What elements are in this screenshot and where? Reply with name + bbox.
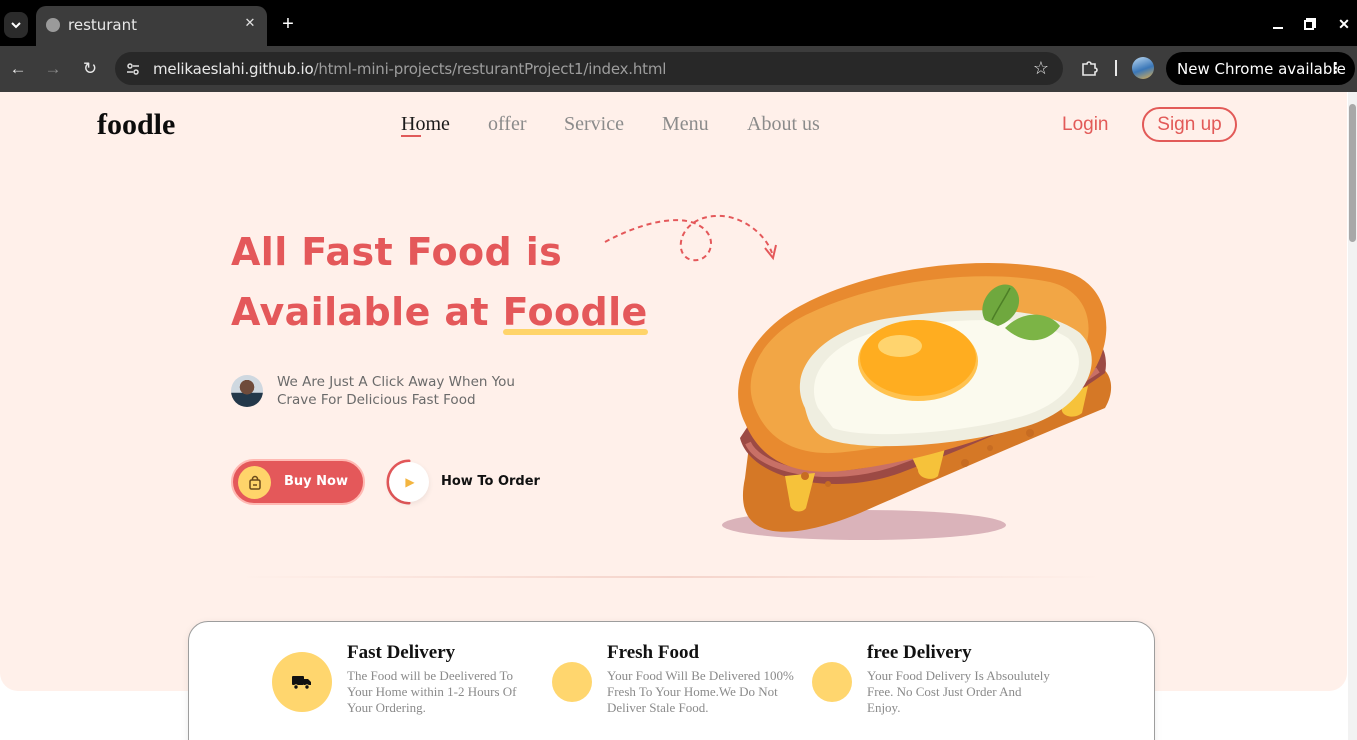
new-tab-plus-icon[interactable]: + xyxy=(276,12,300,36)
back-arrow-icon[interactable]: ← xyxy=(7,58,29,80)
tab-search-chevron-icon[interactable] xyxy=(4,12,28,38)
nav-active-underline xyxy=(401,135,421,137)
sandwich-illustration xyxy=(604,214,1112,540)
url-text[interactable]: melikaeslahi.github.io/html-mini-project… xyxy=(153,60,666,78)
nav-service[interactable]: Service xyxy=(564,113,624,136)
feature-description: Your Food Delivery Is Absoulutely Free. … xyxy=(867,668,1077,716)
feature-desc-line: The Food will be Deelivered To xyxy=(347,668,514,683)
feature-desc-line: Your Food Will Be Delivered 100% xyxy=(607,668,794,683)
feature-description: Your Food Will Be Delivered 100% Fresh T… xyxy=(607,668,817,716)
url-host: melikaeslahi.github.io xyxy=(153,60,314,78)
feature-desc-line: Fresh To Your Home.We Do Not xyxy=(607,684,778,699)
site-info-tune-icon[interactable] xyxy=(124,60,142,78)
nav-menu[interactable]: Menu xyxy=(662,113,709,136)
globe-icon xyxy=(46,18,60,32)
feature-desc-line: Free. No Cost Just Order And xyxy=(867,684,1022,699)
page-viewport: foodle Home offer Service Menu About us … xyxy=(0,92,1357,740)
tab-close-icon[interactable]: ✕ xyxy=(241,14,259,32)
feature-title: Fast Delivery xyxy=(347,642,456,663)
buy-now-label: Buy Now xyxy=(284,474,348,489)
feature-description: The Food will be Deelivered To Your Home… xyxy=(347,668,547,716)
window-restore-icon[interactable] xyxy=(1300,14,1320,34)
hero-title-line2: Available at Foodle xyxy=(231,282,648,342)
signup-button[interactable]: Sign up xyxy=(1142,107,1237,142)
feature-desc-line: Your Food Delivery Is Absoulutely xyxy=(867,668,1050,683)
nav-offer[interactable]: offer xyxy=(488,113,527,136)
update-label: New Chrome available xyxy=(1177,59,1346,78)
url-path: /html-mini-projects/resturantProject1/in… xyxy=(313,60,667,78)
nav-home[interactable]: Home xyxy=(401,113,450,136)
tagline-line2: Crave For Delicious Fast Food xyxy=(277,392,476,408)
hero-title: All Fast Food is Available at Foodle xyxy=(231,222,648,342)
features-card: Fast Delivery The Food will be Deelivere… xyxy=(188,621,1155,740)
feature-desc-line: Your Home within 1-2 Hours Of xyxy=(347,684,517,699)
scrollbar-thumb[interactable] xyxy=(1349,104,1356,242)
feature-desc-line: Your Ordering. xyxy=(347,700,426,715)
browser-address-bar: ← → ↻ melikaeslahi.github.io/html-mini-p… xyxy=(0,46,1357,92)
leaf-icon xyxy=(552,662,592,702)
extensions-puzzle-icon[interactable] xyxy=(1078,57,1100,79)
nav-about-us[interactable]: About us xyxy=(747,113,820,136)
feature-title: Fresh Food xyxy=(607,642,700,663)
chrome-update-button[interactable]: New Chrome available ⋮ xyxy=(1166,52,1355,85)
url-omnibox[interactable]: melikaeslahi.github.io/html-mini-project… xyxy=(115,52,1063,85)
feature-desc-line: Enjoy. xyxy=(867,700,901,715)
truck-icon xyxy=(272,652,332,712)
how-to-order-play-button[interactable]: ▶ xyxy=(386,459,432,505)
login-link[interactable]: Login xyxy=(1062,114,1109,136)
window-minimize-icon[interactable] xyxy=(1268,14,1288,34)
bookmark-star-icon[interactable]: ☆ xyxy=(1033,58,1049,79)
profile-avatar[interactable] xyxy=(1132,57,1154,79)
customer-avatar xyxy=(231,375,263,407)
hero-tagline: We Are Just A Click Away When You Crave … xyxy=(277,373,515,409)
tagline-line1: We Are Just A Click Away When You xyxy=(277,374,515,390)
site-logo[interactable]: foodle xyxy=(97,108,175,142)
hero-separator xyxy=(238,576,1104,578)
window-close-icon[interactable]: ✕ xyxy=(1334,14,1354,34)
reload-icon[interactable]: ↻ xyxy=(79,58,101,80)
hero-title-prefix: Available at xyxy=(231,290,503,334)
gift-icon xyxy=(812,662,852,702)
buy-now-button[interactable]: Buy Now xyxy=(231,459,365,505)
hero-title-line1: All Fast Food is xyxy=(231,230,563,274)
more-vertical-icon[interactable]: ⋮ xyxy=(1328,59,1343,77)
tab-title: resturant xyxy=(68,16,138,34)
browser-title-bar: resturant ✕ + ✕ xyxy=(0,0,1357,46)
feature-desc-line: Deliver Stale Food. xyxy=(607,700,709,715)
toolbar-divider xyxy=(1115,60,1117,76)
play-icon: ▶ xyxy=(389,462,429,502)
how-to-order-link[interactable]: How To Order xyxy=(441,474,540,489)
feature-title: free Delivery xyxy=(867,642,972,663)
hero-title-highlight: Foodle xyxy=(502,282,648,342)
browser-tab-active[interactable]: resturant ✕ xyxy=(36,6,267,46)
shopping-bag-icon xyxy=(238,466,271,499)
page-scrollbar[interactable] xyxy=(1348,92,1357,740)
forward-arrow-icon[interactable]: → xyxy=(42,58,64,80)
